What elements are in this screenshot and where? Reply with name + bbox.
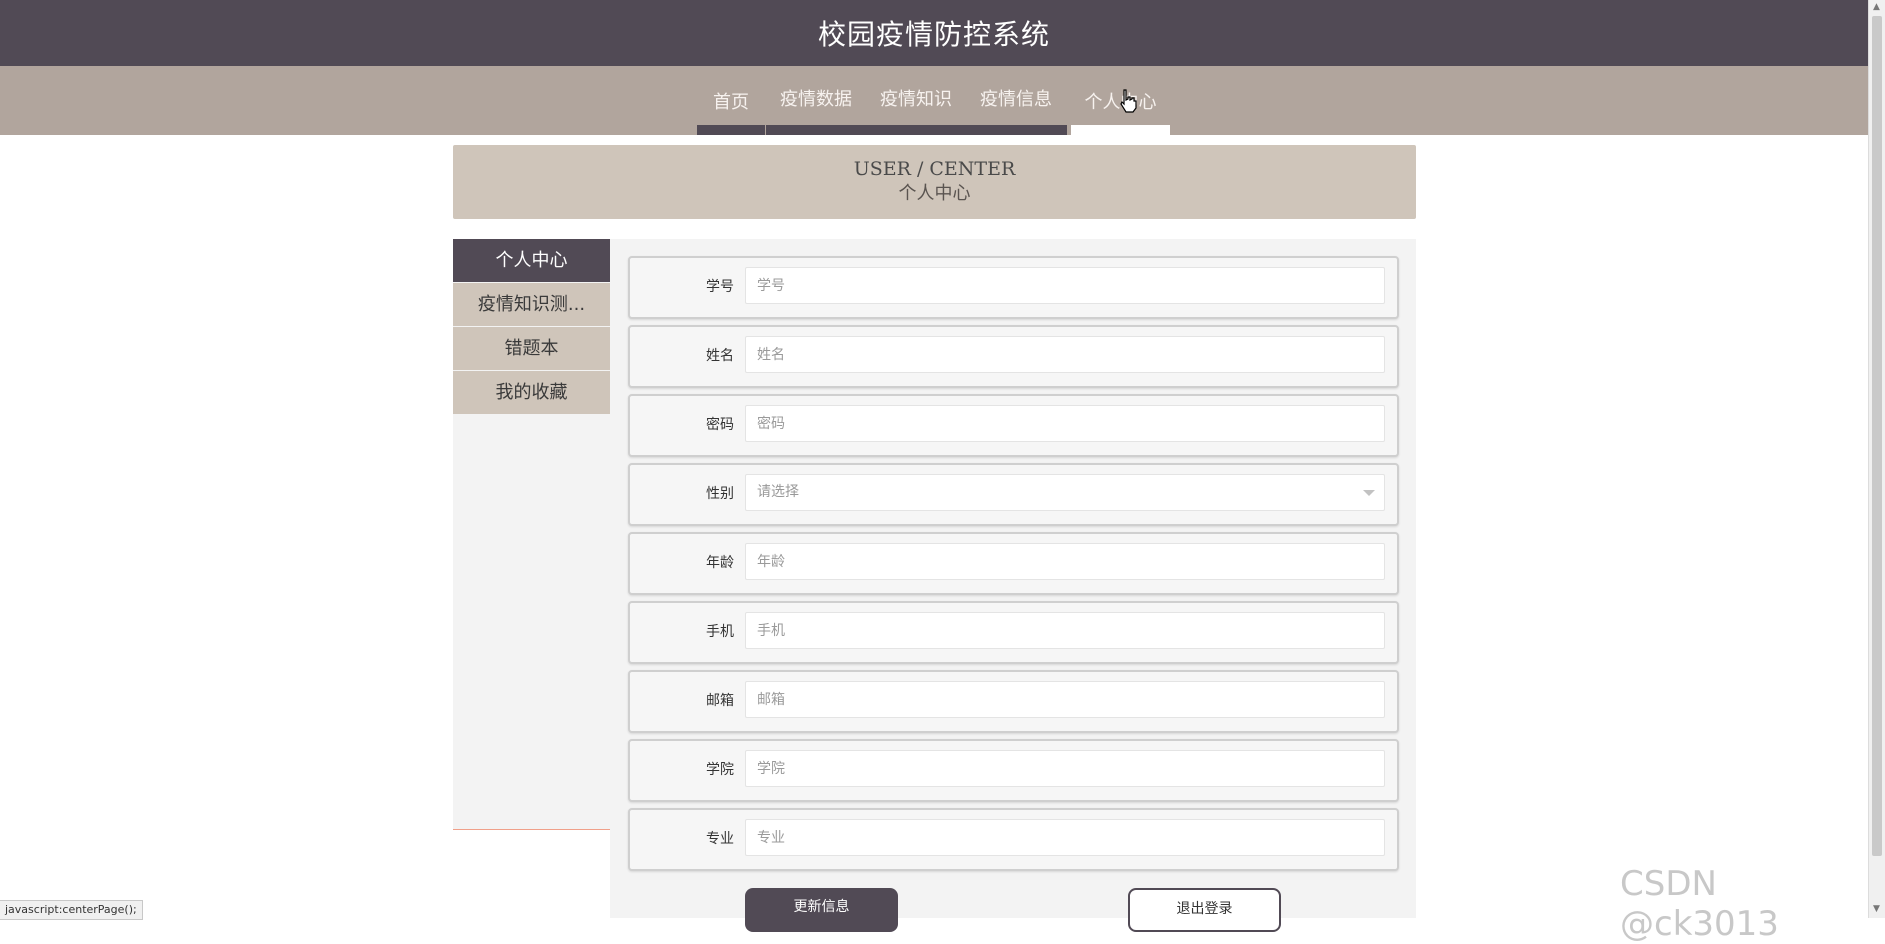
phone-input[interactable] xyxy=(745,612,1385,649)
college-input[interactable] xyxy=(745,750,1385,787)
nav-item-label: 疫情知识 xyxy=(880,89,952,110)
form-row-email: 邮箱 xyxy=(628,670,1399,733)
form-row-college: 学院 xyxy=(628,739,1399,802)
page-banner: USER / CENTER 个人中心 xyxy=(453,145,1416,219)
field-label: 专业 xyxy=(706,831,734,847)
nav-active-underline xyxy=(1071,125,1170,135)
form-row-student-id: 学号 xyxy=(628,256,1399,319)
sidebar-item-favorites[interactable]: 我的收藏 xyxy=(453,371,610,414)
site-title: 校园疫情防控系统 xyxy=(817,18,1050,51)
scroll-up-arrow-icon[interactable]: ▲ xyxy=(1873,2,1880,12)
sidebar-item-mistakes[interactable]: 错题本 xyxy=(453,327,610,370)
page-scrollbar[interactable]: ▲ ▼ xyxy=(1868,0,1885,918)
nav-underline xyxy=(697,125,765,135)
banner-title-en: USER / CENTER xyxy=(853,158,1016,180)
nav-item-home[interactable]: 首页 xyxy=(697,66,765,135)
sidebar-item-user-center[interactable]: 个人中心 xyxy=(453,239,610,282)
watermark: CSDN @ck3013 xyxy=(1620,864,1779,944)
gender-select[interactable]: 请选择 xyxy=(745,474,1385,511)
field-label: 学院 xyxy=(706,762,734,778)
update-info-button[interactable]: 更新信息 xyxy=(745,888,898,932)
field-label: 姓名 xyxy=(706,348,734,364)
logout-button[interactable]: 退出登录 xyxy=(1128,888,1281,932)
field-label: 手机 xyxy=(706,624,734,640)
sidebar: 个人中心 疫情知识测... 错题本 我的收藏 xyxy=(453,239,610,830)
field-label: 密码 xyxy=(706,417,734,433)
scroll-thumb[interactable] xyxy=(1872,16,1882,856)
nav-item-label: 疫情数据 xyxy=(780,89,852,110)
form-row-gender: 性别 请选择 xyxy=(628,463,1399,526)
password-input[interactable] xyxy=(745,405,1385,442)
nav-item-label: 首页 xyxy=(713,91,749,113)
banner-title-cn: 个人中心 xyxy=(898,183,971,204)
nav-underline xyxy=(766,125,1067,135)
profile-form: 学号 姓名 密码 性别 请选择 年龄 手机 邮箱 学院 专业 xyxy=(610,239,1416,918)
field-label: 邮箱 xyxy=(706,693,734,709)
name-input[interactable] xyxy=(745,336,1385,373)
nav-item-label: 疫情信息 xyxy=(980,89,1052,110)
hand-cursor-icon xyxy=(1120,89,1137,113)
student-id-input[interactable] xyxy=(745,267,1385,304)
chevron-down-icon[interactable] xyxy=(1363,490,1375,496)
form-row-name: 姓名 xyxy=(628,325,1399,388)
browser-status-bar: javascript:centerPage(); xyxy=(0,900,143,920)
form-row-password: 密码 xyxy=(628,394,1399,457)
field-label: 年龄 xyxy=(706,555,734,571)
nav-item-epidemic-data[interactable]: 疫情数据 疫情知识 疫情信息 xyxy=(766,66,1067,135)
major-input[interactable] xyxy=(745,819,1385,856)
form-row-phone: 手机 xyxy=(628,601,1399,664)
sidebar-item-quiz[interactable]: 疫情知识测... xyxy=(453,283,610,326)
age-input[interactable] xyxy=(745,543,1385,580)
main-nav: 首页 疫情数据 疫情知识 疫情信息 个人中心 xyxy=(0,66,1868,135)
form-row-age: 年龄 xyxy=(628,532,1399,595)
field-label: 性别 xyxy=(706,486,734,502)
email-input[interactable] xyxy=(745,681,1385,718)
form-row-major: 专业 xyxy=(628,808,1399,871)
field-label: 学号 xyxy=(706,279,734,295)
header-bar: 校园疫情防控系统 xyxy=(0,0,1868,66)
